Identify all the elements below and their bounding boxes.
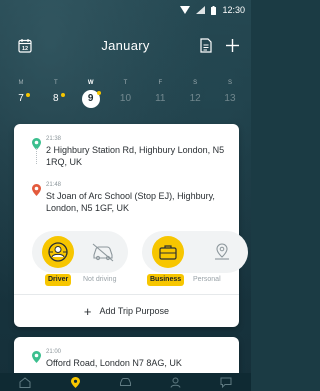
trip-end: 21:48 St Joan of Arc School (Stop EJ), H… xyxy=(32,182,229,213)
start-pin-icon xyxy=(32,351,41,363)
nav-support[interactable] xyxy=(211,373,241,391)
signal-icon xyxy=(196,6,206,14)
day-12[interactable]: S 12 xyxy=(180,78,210,110)
document-icon xyxy=(200,37,212,53)
personal-location-icon xyxy=(215,243,229,260)
day-letter: T xyxy=(53,80,58,86)
driver-label: Driver xyxy=(45,274,72,286)
day-letter: T xyxy=(123,80,128,86)
start-address: Offord Road, London N7 8AG, UK xyxy=(46,358,182,368)
end-pin-icon xyxy=(32,184,41,196)
personal-label: Personal xyxy=(193,276,221,283)
day-11[interactable]: F 11 xyxy=(145,78,175,110)
plus-icon xyxy=(226,38,239,52)
report-button[interactable] xyxy=(200,37,212,53)
day-letter: S xyxy=(227,80,232,86)
end-time: 21:48 xyxy=(46,182,62,188)
day-7[interactable]: M 7 xyxy=(6,78,36,110)
car-crossed-icon xyxy=(92,243,113,262)
day-number: 10 xyxy=(119,93,132,104)
day-9[interactable]: W 9 xyxy=(76,78,106,110)
trip-start: 21:38 2 Highbury Station Rd, Highbury Lo… xyxy=(32,136,229,167)
add-trip-purpose-button[interactable]: + Add Trip Purpose xyxy=(14,295,239,327)
briefcase-icon xyxy=(159,245,177,260)
start-time: 21:38 xyxy=(46,136,62,142)
day-letter: W xyxy=(87,80,94,86)
trip-start: 21:00 Offord Road, London N7 8AG, UK xyxy=(32,349,229,375)
trip-dot xyxy=(60,93,65,97)
status-bar: 12:30 xyxy=(0,0,251,20)
business-label: Business xyxy=(147,274,185,286)
steering-wheel-icon xyxy=(47,242,68,262)
svg-text:12: 12 xyxy=(22,46,28,52)
add-trip-purpose-label: Add Trip Purpose xyxy=(99,306,170,316)
location-pin-icon xyxy=(70,376,80,388)
role-toggle xyxy=(32,231,128,273)
end-address: St Joan of Arc School (Stop EJ), Highbur… xyxy=(46,191,215,213)
not-driving-option[interactable] xyxy=(82,235,123,269)
battery-icon xyxy=(211,5,217,15)
not-driving-label: Not driving xyxy=(83,276,117,283)
chat-icon xyxy=(220,377,232,388)
nav-profile[interactable] xyxy=(161,373,191,391)
nav-vehicles[interactable] xyxy=(110,373,140,391)
nav-home[interactable] xyxy=(10,373,40,391)
driver-option[interactable] xyxy=(37,235,78,269)
day-number: 12 xyxy=(189,93,201,104)
day-number: 7 xyxy=(18,93,24,104)
day-10[interactable]: T 10 xyxy=(110,78,140,110)
start-time: 21:00 xyxy=(46,349,62,355)
wifi-icon xyxy=(180,6,191,14)
day-letter: M xyxy=(18,80,24,86)
day-number: 8 xyxy=(53,93,59,104)
start-address: 2 Highbury Station Rd, Highbury London, … xyxy=(46,145,225,167)
add-button[interactable] xyxy=(226,38,239,52)
week-strip: M 7 T 8 W 9 T 10 F 11 S 12 S 13 xyxy=(0,78,251,110)
bottom-nav xyxy=(0,373,251,391)
day-number: 11 xyxy=(155,93,166,104)
status-time: 12:30 xyxy=(222,5,245,15)
header: 12 January xyxy=(0,32,251,58)
trip-dot xyxy=(26,93,30,97)
day-number: 13 xyxy=(224,93,236,104)
person-icon xyxy=(170,377,181,388)
trip-card[interactable]: 21:38 2 Highbury Station Rd, Highbury Lo… xyxy=(14,124,248,327)
route-line xyxy=(36,148,37,164)
business-option[interactable] xyxy=(147,235,189,269)
nav-trips[interactable] xyxy=(60,373,90,391)
plus-icon: + xyxy=(83,303,92,319)
car-icon xyxy=(119,378,131,386)
trip-dot xyxy=(96,91,101,95)
day-letter: F xyxy=(158,80,163,86)
day-letter: S xyxy=(193,80,198,86)
day-13[interactable]: S 13 xyxy=(215,78,245,110)
day-8[interactable]: T 8 xyxy=(41,78,71,110)
purpose-toggle xyxy=(142,231,248,273)
personal-option[interactable] xyxy=(201,235,243,269)
calendar-icon: 12 xyxy=(18,38,32,53)
calendar-button[interactable]: 12 xyxy=(18,38,32,53)
home-icon xyxy=(19,376,31,388)
